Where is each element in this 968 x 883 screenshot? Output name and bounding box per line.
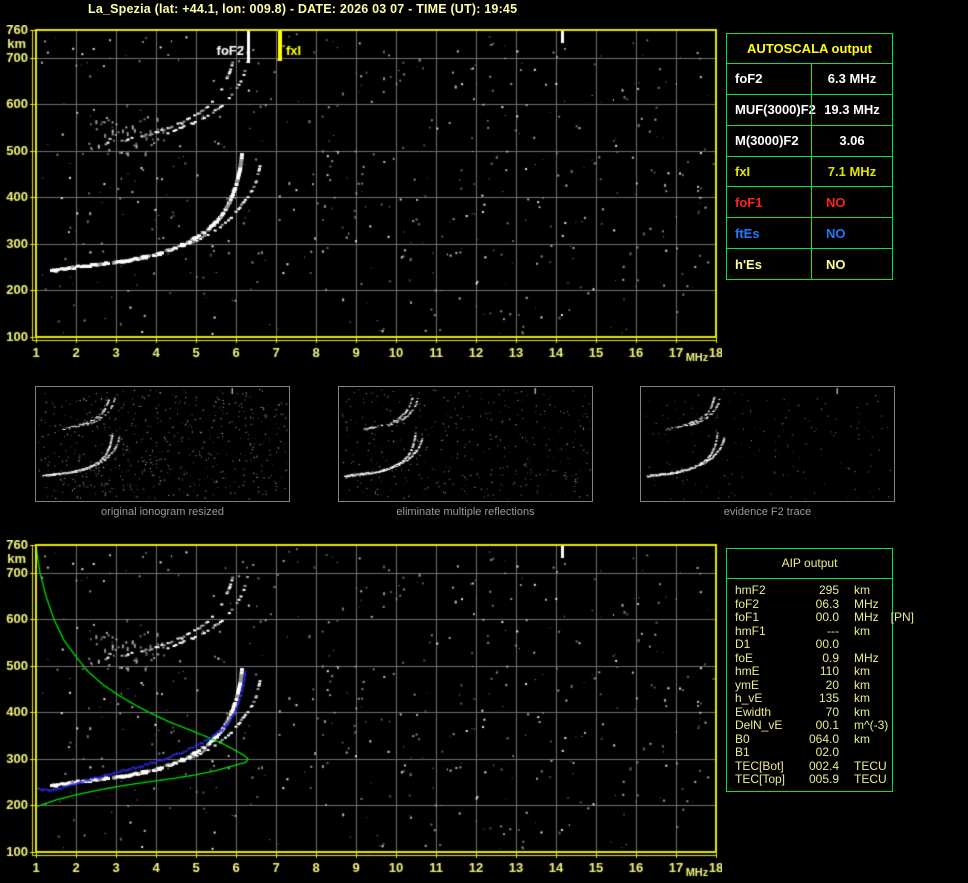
aip-param-label: foE	[735, 650, 754, 665]
thumbnail-eliminate-reflections	[338, 386, 593, 502]
aip-param-label: Ewidth	[735, 704, 772, 719]
aip-param-label: D1	[735, 637, 751, 651]
aip-param-unit	[839, 746, 892, 760]
aip-param-label: TEC[Top]	[735, 772, 786, 786]
ionogram-plot-bottom-with-profile	[0, 540, 722, 883]
aip-row: hmF1 --- km	[735, 623, 892, 639]
autoscala-row-ftEs: ftEs NO	[727, 217, 892, 249]
aip-param-value: 00.0	[815, 637, 839, 651]
thumbnail-evidence-f2-trace	[640, 386, 895, 502]
aip-param-unit: km	[854, 583, 870, 597]
aip-param-value: ---	[827, 623, 839, 638]
aip-param-value: 295	[818, 583, 839, 597]
aip-param-label: hmF2	[735, 583, 766, 597]
aip-param-unit: km	[854, 623, 870, 638]
aip-param-value: 002.4	[808, 758, 839, 773]
aip-param-value: 0.9	[822, 650, 839, 665]
thumbnail-caption-eliminate: eliminate multiple reflections	[396, 506, 535, 518]
autoscala-row-m3000f2: M(3000)F2 3.06	[727, 124, 892, 156]
autoscala-app-window: La_Spezia (lat: +44.1, lon: 009.8) - DAT…	[0, 0, 968, 883]
aip-row: DelN_vE 00.1 m^(-3)	[735, 718, 892, 733]
autoscala-row-hEs: h'Es NO	[727, 248, 892, 280]
aip-param-label: B0	[735, 731, 750, 746]
aip-row: h_vE 135 km	[735, 691, 892, 706]
param-value: NO	[811, 187, 892, 218]
aip-param-value: 064.0	[808, 731, 839, 746]
aip-param-label: foF1	[735, 610, 760, 624]
param-label: foF2	[735, 71, 763, 87]
aip-param-value: 005.9	[808, 772, 839, 786]
param-label: MUF(3000)F2	[735, 102, 816, 118]
param-value: 7.1 MHz	[811, 156, 892, 187]
aip-row: B0 064.0 km	[735, 731, 892, 747]
aip-param-unit: km	[854, 691, 870, 705]
aip-param-value: 20	[825, 677, 839, 692]
param-value: NO	[811, 249, 892, 280]
aip-param-unit: TECU	[854, 758, 887, 773]
aip-row: TEC[Bot] 002.4 TECU	[735, 758, 892, 774]
param-label: M(3000)F2	[735, 133, 799, 149]
aip-param-unit: MHz [PN]	[854, 610, 915, 624]
aip-param-label: ymE	[735, 677, 759, 692]
aip-param-value: 00.1	[815, 718, 839, 732]
aip-param-label: DelN_vE	[735, 718, 783, 732]
aip-param-value: 00.0	[815, 610, 839, 624]
autoscala-output-table: AUTOSCALA output foF2 6.3 MHz MUF(3000)F…	[726, 33, 893, 280]
aip-param-unit: km	[854, 664, 870, 678]
aip-param-label: foF2	[735, 596, 760, 611]
aip-param-value: 06.3	[815, 596, 839, 611]
thumbnail-caption-original: original ionogram resized	[101, 506, 224, 518]
param-label: h'Es	[735, 256, 762, 272]
param-value: 6.3 MHz	[811, 64, 892, 94]
aip-param-unit: MHz	[854, 596, 879, 611]
aip-param-label: hmE	[735, 664, 760, 678]
aip-param-label: h_vE	[735, 691, 763, 705]
aip-param-value: 02.0	[815, 745, 839, 759]
aip-output-table: AIP output hmF2 295 km foF2 06.3 MHz foF1 00.0 M…	[726, 548, 914, 792]
aip-param-value: 110	[819, 664, 839, 678]
aip-param-unit: TECU	[854, 772, 887, 786]
aip-row: TEC[Top] 005.9 TECU	[735, 772, 892, 787]
ionogram-plot-top	[0, 25, 722, 370]
autoscala-table-title: AUTOSCALA output	[747, 41, 872, 56]
thumbnail-caption-evidence: evidence F2 trace	[723, 506, 812, 518]
aip-param-label: hmF1	[735, 623, 766, 638]
aip-param-unit: km	[854, 677, 870, 692]
param-label: fxI	[735, 164, 751, 179]
aip-table-body: hmF2 295 km foF2 06.3 MHz foF1 00.0 MHz [PN] hmF1-…	[727, 579, 914, 787]
thumbnail-original-ionogram	[35, 386, 290, 502]
aip-param-label: TEC[Bot]	[735, 758, 784, 773]
aip-row: ymE 20 km	[735, 677, 892, 693]
autoscala-row-fxI: fxI 7.1 MHz	[727, 155, 892, 187]
autoscala-row-foF2: foF2 6.3 MHz	[727, 63, 892, 94]
aip-param-value: 135	[818, 691, 839, 705]
aip-row: B1 02.0	[735, 745, 892, 760]
autoscala-row-muf3000f2: MUF(3000)F2 19.3 MHz	[727, 93, 892, 125]
aip-row: hmF2 295 km	[735, 583, 892, 598]
aip-param-unit: km	[854, 704, 870, 719]
aip-param-label: B1	[735, 745, 750, 759]
aip-param-unit	[839, 638, 892, 652]
param-label: foF1	[735, 194, 763, 210]
aip-param-note: [PN]	[890, 610, 915, 624]
aip-row: foF1 00.0 MHz [PN]	[735, 610, 914, 625]
aip-row: foF2 06.3 MHz	[735, 596, 892, 612]
aip-param-unit: km	[854, 731, 870, 746]
aip-row: D1 00.0	[735, 637, 892, 652]
aip-param-unit: MHz	[854, 650, 879, 665]
aip-row: foE 0.9 MHz	[735, 650, 892, 666]
param-value: 19.3 MHz	[811, 94, 892, 125]
aip-row: Ewidth 70 km	[735, 704, 892, 720]
param-value: 3.06	[811, 125, 892, 156]
aip-row: hmE 110 km	[735, 664, 892, 679]
aip-param-unit: m^(-3)	[854, 718, 889, 732]
autoscala-row-foF1: foF1 NO	[727, 186, 892, 218]
aip-param-value: 70	[825, 704, 839, 719]
param-label: ftEs	[735, 225, 760, 241]
station-date-time-title: La_Spezia (lat: +44.1, lon: 009.8) - DAT…	[88, 2, 518, 16]
aip-table-title: AIP output	[727, 549, 892, 579]
param-value: NO	[811, 218, 892, 249]
